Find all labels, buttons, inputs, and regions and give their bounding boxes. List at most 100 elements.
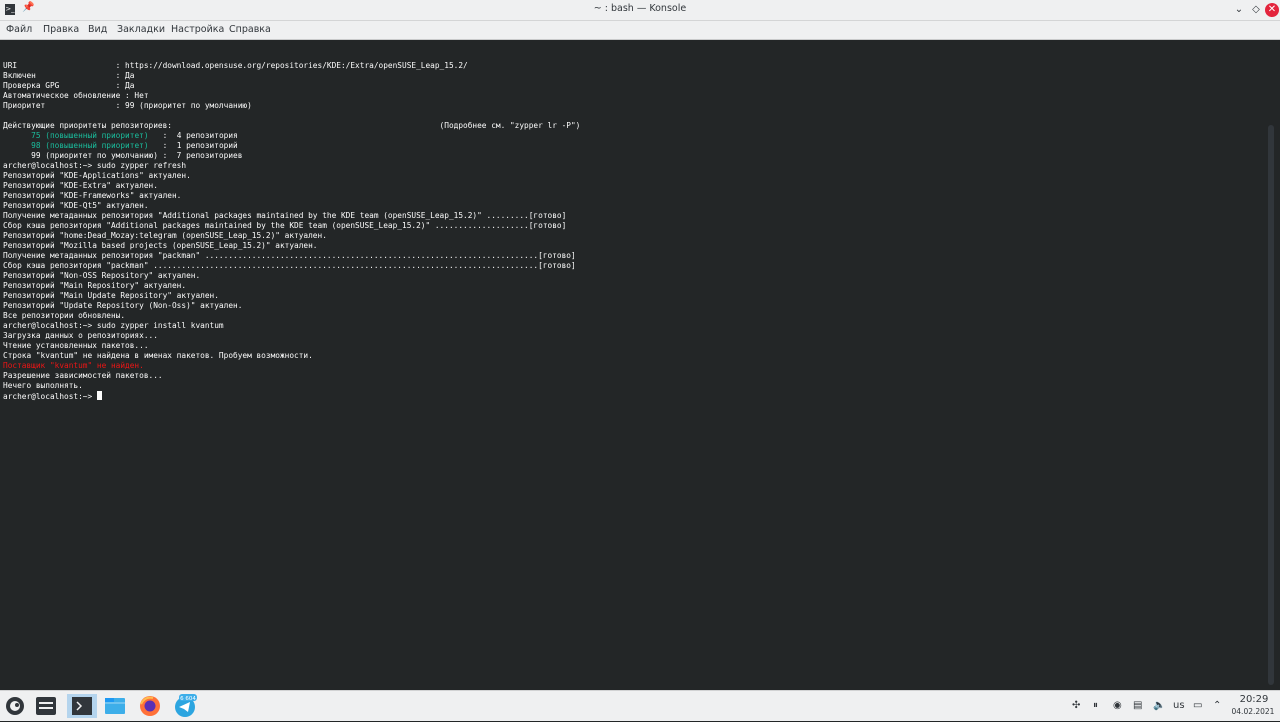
application-launcher-icon[interactable] xyxy=(2,694,28,718)
terminal-text: Репозиторий "home:Dead_Mozay:telegram (o… xyxy=(3,231,327,240)
terminal-text: Включен : Да xyxy=(3,71,135,80)
dolphin-icon[interactable] xyxy=(102,694,128,718)
terminal-line: Автоматическое обновление : Нет xyxy=(3,91,1263,101)
terminal-line: Репозиторий "Main Repository" актуален. xyxy=(3,281,1263,291)
terminal-text: Репозиторий "KDE-Extra" актуален. xyxy=(3,181,158,190)
task-manager-icon[interactable] xyxy=(33,694,59,718)
terminal-line: Чтение установленных пакетов... xyxy=(3,341,1263,351)
terminal-line: Нечего выполнять. xyxy=(3,381,1263,391)
terminal-text: Репозиторий "KDE-Qt5" актуален. xyxy=(3,201,149,210)
terminal-text: archer@localhost:~> sudo zypper install … xyxy=(3,321,224,330)
terminal-text: Действующие приоритеты репозиториев: (По… xyxy=(3,121,581,130)
terminal-text: Репозиторий "KDE-Applications" актуален. xyxy=(3,171,191,180)
terminal-text: Сбор кэша репозитория "Additional packag… xyxy=(3,221,567,230)
terminal-line: Репозиторий "KDE-Qt5" актуален. xyxy=(3,201,1263,211)
menu-settings[interactable]: Настройка xyxy=(171,24,224,35)
terminal-text: URI : https://download.opensuse.org/repo… xyxy=(3,61,468,70)
terminal-line: Репозиторий "home:Dead_Mozay:telegram (o… xyxy=(3,231,1263,241)
terminal-cursor xyxy=(96,391,102,400)
terminal-text: Проверка GPG : Да xyxy=(3,81,135,90)
terminal-line: Приоритет : 99 (приоритет по умолчанию) xyxy=(3,101,1263,111)
terminal-line: 98 (повышенный приоритет) : 1 репозитори… xyxy=(3,141,1263,151)
terminal-line: Сбор кэша репозитория "Additional packag… xyxy=(3,221,1263,231)
window-titlebar[interactable]: >_ 📌 ~ : bash — Konsole ⌄ ◇ ✕ xyxy=(0,0,1280,21)
window-title: ~ : bash — Konsole xyxy=(593,3,687,14)
terminal-line: Поставщик "kvantum" не найден. xyxy=(3,361,1263,371)
terminal-text: Нечего выполнять. xyxy=(3,381,83,390)
terminal-text: Разрешение зависимостей пакетов... xyxy=(3,371,163,380)
terminal-line: Все репозитории обновлены. xyxy=(3,311,1263,321)
terminal-text: Репозиторий "Main Repository" актуален. xyxy=(3,281,187,290)
tray-expand-icon[interactable]: ⌃ xyxy=(1213,700,1221,712)
volume-icon[interactable]: 🔈 xyxy=(1153,700,1165,712)
terminal-text: Репозиторий "Main Update Repository" акт… xyxy=(3,291,219,300)
menu-file[interactable]: Файл xyxy=(6,24,32,35)
terminal-text: Поставщик "kvantum" не найден. xyxy=(3,361,144,370)
telegram-icon[interactable]: 6 604 xyxy=(172,694,198,718)
display-icon[interactable]: ▭ xyxy=(1193,700,1202,712)
terminal-text: 98 (повышенный приоритет) xyxy=(31,141,149,150)
terminal-line: Репозиторий "KDE-Frameworks" актуален. xyxy=(3,191,1263,201)
terminal-line: Сбор кэша репозитория "packman" ........… xyxy=(3,261,1263,271)
terminal-text: Все репозитории обновлены. xyxy=(3,311,126,320)
scrollbar[interactable] xyxy=(1268,125,1274,685)
terminal-line: Проверка GPG : Да xyxy=(3,81,1263,91)
terminal-line: Получение метаданных репозитория "packma… xyxy=(3,251,1263,261)
terminal-line: archer@localhost:~> sudo zypper refresh xyxy=(3,161,1263,171)
clock-date[interactable]: 04.02.2021 xyxy=(1228,707,1278,716)
terminal-text: archer@localhost:~> sudo zypper refresh xyxy=(3,161,187,170)
close-icon[interactable]: ✕ xyxy=(1265,3,1279,17)
terminal-text: Репозиторий "Mozilla based projects (ope… xyxy=(3,241,318,250)
keyboard-layout[interactable]: us xyxy=(1173,700,1185,712)
terminal-output: URI : https://download.opensuse.org/repo… xyxy=(3,51,1263,401)
terminal-line: Репозиторий "Mozilla based projects (ope… xyxy=(3,241,1263,251)
terminal-text: Автоматическое обновление : Нет xyxy=(3,91,149,100)
konsole-icon[interactable] xyxy=(67,694,97,718)
terminal-text: archer@localhost:~> xyxy=(3,392,97,401)
network-icon[interactable]: ✣ xyxy=(1072,700,1080,712)
terminal-text: Приоритет : 99 (приоритет по умолчанию) xyxy=(3,101,252,110)
terminal-line: Репозиторий "Update Repository (Non-Oss)… xyxy=(3,301,1263,311)
menu-bookmarks[interactable]: Закладки xyxy=(117,24,165,35)
terminal-text: Строка "kvantum" не найдена в именах пак… xyxy=(3,351,313,360)
clipboard-icon[interactable]: ▤ xyxy=(1133,700,1142,712)
terminal-text: Получение метаданных репозитория "Additi… xyxy=(3,211,567,220)
terminal-line: Получение метаданных репозитория "Additi… xyxy=(3,211,1263,221)
terminal-text: Сбор кэша репозитория "packman" ........… xyxy=(3,261,576,270)
terminal-text: Загрузка данных о репозиториях... xyxy=(3,331,158,340)
telegram-badge: 6 604 xyxy=(180,696,196,702)
terminal-text: 75 (повышенный приоритет) xyxy=(31,131,149,140)
menu-bar: Файл Правка Вид Закладки Настройка Справ… xyxy=(0,21,1280,40)
terminal-view[interactable]: URI : https://download.opensuse.org/repo… xyxy=(0,40,1280,690)
menu-edit[interactable]: Правка xyxy=(43,24,79,35)
maximize-icon[interactable]: ◇ xyxy=(1249,3,1263,17)
terminal-line: 75 (повышенный приоритет) : 4 репозитори… xyxy=(3,131,1263,141)
firefox-icon[interactable] xyxy=(137,694,163,718)
terminal-line: URI : https://download.opensuse.org/repo… xyxy=(3,61,1263,71)
terminal-line: Репозиторий "KDE-Applications" актуален. xyxy=(3,171,1263,181)
minimize-icon[interactable]: ⌄ xyxy=(1232,3,1246,17)
terminal-line: Разрешение зависимостей пакетов... xyxy=(3,371,1263,381)
telegram-tray-icon[interactable]: ◉ xyxy=(1113,700,1122,712)
menu-view[interactable]: Вид xyxy=(88,24,107,35)
terminal-line: archer@localhost:~> sudo zypper install … xyxy=(3,321,1263,331)
terminal-text: Репозиторий "Non-OSS Repository" актуале… xyxy=(3,271,201,280)
terminal-line: Репозиторий "KDE-Extra" актуален. xyxy=(3,181,1263,191)
terminal-line: Строка "kvantum" не найдена в именах пак… xyxy=(3,351,1263,361)
terminal-line: 99 (приоритет по умолчанию) : 7 репозито… xyxy=(3,151,1263,161)
terminal-line: Репозиторий "Non-OSS Repository" актуале… xyxy=(3,271,1263,281)
terminal-text: : 1 репозиторий xyxy=(148,141,238,150)
terminal-text: Репозиторий "KDE-Frameworks" актуален. xyxy=(3,191,182,200)
clock-time[interactable]: 20:29 xyxy=(1232,694,1276,705)
terminal-text: Получение метаданных репозитория "packma… xyxy=(3,251,576,260)
terminal-line: Репозиторий "Main Update Repository" акт… xyxy=(3,291,1263,301)
media-pause-icon[interactable]: ⏸ xyxy=(1093,700,1098,712)
terminal-line: Загрузка данных о репозиториях... xyxy=(3,331,1263,341)
terminal-text: Чтение установленных пакетов... xyxy=(3,341,149,350)
taskbar: 6 604 ✣ ⏸ ◉ ▤ 🔈 us ▭ ⌃ 20:29 04.02.2021 xyxy=(0,690,1280,721)
menu-help[interactable]: Справка xyxy=(229,24,271,35)
